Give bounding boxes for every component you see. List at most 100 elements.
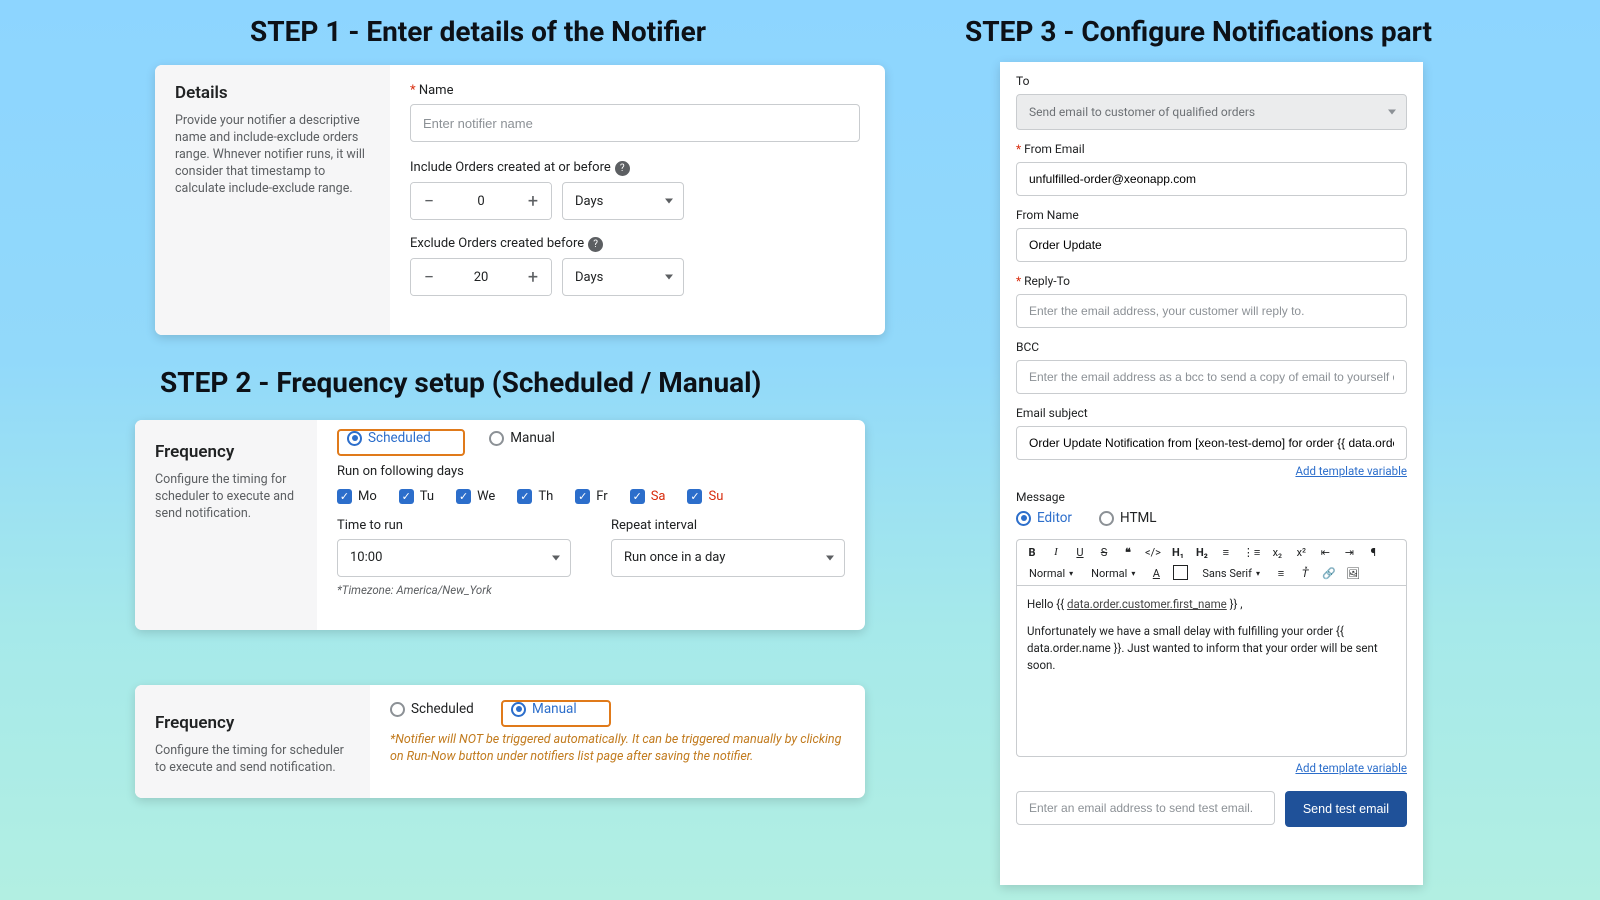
h2-icon[interactable]: H₂ [1195, 546, 1209, 559]
exclude-label: Exclude Orders created before? [410, 236, 865, 252]
checkbox-icon: ✓ [399, 489, 414, 504]
format-select-2[interactable]: Normal ▾ [1087, 567, 1139, 580]
font-select[interactable]: Sans Serif ▾ [1198, 567, 1264, 580]
format-select-1[interactable]: Normal ▾ [1025, 567, 1077, 580]
editor-text: }} , [1227, 597, 1243, 611]
bcc-label: BCC [1016, 340, 1407, 354]
day-we[interactable]: ✓We [456, 489, 495, 504]
message-label: Message [1016, 490, 1407, 504]
send-test-button[interactable]: Send test email [1285, 791, 1407, 827]
message-editor[interactable]: Hello {{ data.order.customer.first_name … [1016, 585, 1407, 757]
include-row: − 0 + Days [410, 182, 865, 220]
exclude-value[interactable]: 20 [447, 259, 515, 295]
notifier-name-input[interactable] [410, 104, 860, 142]
time-label: Time to run [337, 518, 571, 533]
from-name-input[interactable] [1016, 228, 1407, 262]
include-stepper: − 0 + [410, 182, 552, 220]
radio-manual-on[interactable]: Manual [511, 701, 577, 717]
add-template-link-1[interactable]: Add template variable [1295, 464, 1407, 478]
editor-text: Unfortunately we have a small delay with… [1027, 623, 1396, 675]
step3-heading: STEP 3 - Configure Notifications part [965, 15, 1432, 48]
subject-label: Email subject [1016, 406, 1407, 420]
day-su[interactable]: ✓Su [687, 489, 723, 504]
include-unit-select[interactable]: Days [562, 182, 684, 220]
h1-icon[interactable]: H₁ [1171, 546, 1185, 559]
text-color-icon[interactable]: A [1149, 567, 1163, 580]
radio-html[interactable]: HTML [1099, 510, 1157, 526]
include-value[interactable]: 0 [447, 183, 515, 219]
chevron-down-icon [665, 199, 673, 204]
to-select[interactable]: Send email to customer of qualified orde… [1016, 94, 1407, 130]
day-tu[interactable]: ✓Tu [399, 489, 434, 504]
step1-sidebar-title: Details [175, 83, 370, 103]
time-select[interactable]: 10:00 [337, 539, 571, 577]
step1-form: Name Include Orders created at or before… [390, 65, 885, 335]
subject-input[interactable] [1016, 426, 1407, 460]
radio-scheduled-off[interactable]: Scheduled [390, 701, 474, 717]
run-days-label: Run on following days [337, 464, 845, 479]
include-increment-button[interactable]: + [515, 183, 551, 219]
step3-panel: To Send email to customer of qualified o… [1000, 62, 1423, 885]
add-template-link-2[interactable]: Add template variable [1295, 761, 1407, 775]
code-icon[interactable]: </> [1145, 546, 1161, 559]
radio-manual[interactable]: Manual [489, 430, 555, 446]
ol-icon[interactable]: ≡ [1219, 546, 1233, 559]
include-decrement-button[interactable]: − [411, 183, 447, 219]
checkbox-icon: ✓ [517, 489, 532, 504]
step2b-sidebar: Frequency Configure the timing for sched… [135, 685, 370, 798]
chevron-down-icon [552, 555, 560, 560]
step2b-panel: Frequency Configure the timing for sched… [135, 685, 865, 798]
bold-icon[interactable]: B [1025, 546, 1039, 559]
step2-heading: STEP 2 - Frequency setup (Scheduled / Ma… [160, 366, 761, 399]
checkbox-icon: ✓ [337, 489, 352, 504]
underline-icon[interactable]: U [1073, 546, 1087, 559]
day-checkbox-row: ✓Mo ✓Tu ✓We ✓Th ✓Fr ✓Sa ✓Su [337, 489, 845, 504]
step1-sidebar-desc: Provide your notifier a descriptive name… [175, 113, 370, 197]
timezone-note: *Timezone: America/New_York [337, 583, 845, 597]
checkbox-icon: ✓ [456, 489, 471, 504]
exclude-decrement-button[interactable]: − [411, 259, 447, 295]
bcc-input[interactable] [1016, 360, 1407, 394]
day-sa[interactable]: ✓Sa [630, 489, 666, 504]
from-email-label: From Email [1016, 142, 1407, 156]
bg-color-icon[interactable] [1173, 565, 1188, 583]
align-icon[interactable]: ≡ [1274, 567, 1288, 580]
day-mo[interactable]: ✓Mo [337, 489, 377, 504]
reply-to-input[interactable] [1016, 294, 1407, 328]
checkbox-icon: ✓ [687, 489, 702, 504]
repeat-select[interactable]: Run once in a day [611, 539, 845, 577]
radio-scheduled[interactable]: Scheduled [347, 430, 431, 446]
day-fr[interactable]: ✓Fr [575, 489, 607, 504]
from-email-input[interactable] [1016, 162, 1407, 196]
image-icon[interactable]: 🖼 [1346, 567, 1360, 580]
quote-icon[interactable]: ❝ [1121, 546, 1135, 559]
link-icon[interactable]: 🔗 [1322, 567, 1336, 580]
exclude-increment-button[interactable]: + [515, 259, 551, 295]
indent-icon[interactable]: ⇥ [1342, 546, 1356, 559]
manual-warning: *Notifier will NOT be triggered automati… [390, 731, 845, 766]
clear-format-icon[interactable]: T̽ [1298, 567, 1312, 580]
test-email-input[interactable] [1016, 791, 1275, 825]
day-th[interactable]: ✓Th [517, 489, 553, 504]
step2b-form: Scheduled Manual *Notifier will NOT be t… [370, 685, 865, 798]
help-icon[interactable]: ? [588, 237, 603, 252]
exclude-unit-select[interactable]: Days [562, 258, 684, 296]
reply-to-label: Reply-To [1016, 274, 1407, 288]
step2a-sidebar-desc: Configure the timing for scheduler to ex… [155, 472, 297, 523]
sup-icon[interactable]: x² [1294, 546, 1308, 559]
exclude-stepper: − 20 + [410, 258, 552, 296]
outdent-icon[interactable]: ⇤ [1318, 546, 1332, 559]
scheduled-highlight: Scheduled [337, 429, 465, 456]
radio-editor[interactable]: Editor [1016, 510, 1072, 526]
sub-icon[interactable]: x₂ [1270, 546, 1284, 559]
editor-text: Hello {{ [1027, 597, 1067, 611]
strike-icon[interactable]: S [1097, 546, 1111, 559]
checkbox-icon: ✓ [630, 489, 645, 504]
name-label: Name [410, 83, 865, 98]
chevron-down-icon [826, 555, 834, 560]
italic-icon[interactable]: I [1049, 546, 1063, 558]
manual-highlight: Manual [501, 700, 611, 727]
rtl-icon[interactable]: ¶ [1366, 546, 1380, 559]
ul-icon[interactable]: ⋮≡ [1243, 546, 1260, 559]
help-icon[interactable]: ? [615, 161, 630, 176]
